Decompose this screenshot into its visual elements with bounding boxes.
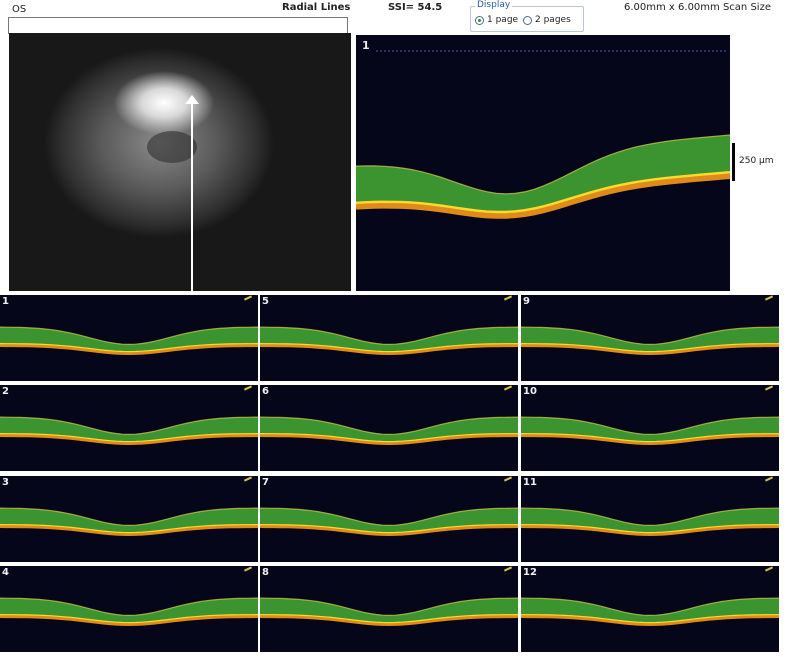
thumbnail-number: 7 [262,477,269,488]
thumbnail-layers [0,416,258,446]
retina-layer [521,327,779,353]
bscan-thumbnail-8[interactable]: 8 [260,566,518,652]
scale-label: 250 µm [739,156,774,166]
bscan-thumbnail-4[interactable]: 4 [0,566,258,652]
bscan-thumbnail-9[interactable]: 9 [521,295,779,381]
scan-size-label: 6.00mm x 6.00mm Scan Size [624,2,771,13]
display-1-page-label: 1 page [487,15,519,25]
retina-layer [0,598,258,624]
radio-unselected-icon [523,15,532,25]
thumbnail-layers [521,416,779,446]
thumbnail-number: 5 [262,296,269,307]
main-bscan-layers [356,50,730,219]
retina-layer [260,417,518,443]
thumbnail-number: 9 [523,296,530,307]
retina-layer [0,508,258,534]
main-bscan-number: 1 [362,39,370,52]
thumbnail-number: 8 [262,567,269,578]
bscan-thumbnail-11[interactable]: 11 [521,476,779,562]
retina-layer [521,598,779,624]
thumbnail-number: 6 [262,386,269,397]
bscan-thumbnail-5[interactable]: 5 [260,295,518,381]
retina-layer [521,417,779,443]
bscan-thumbnail-7[interactable]: 7 [260,476,518,562]
main-bscan-image: 1 [356,35,730,291]
thumbnail-layers [521,326,779,356]
retina-layer [521,508,779,534]
thumbnail-number: 3 [2,477,9,488]
scale-bar [732,143,735,181]
scan-line-marker[interactable] [191,103,193,318]
thumbnail-layers [0,326,258,356]
bscan-thumbnail-10[interactable]: 10 [521,385,779,471]
bscan-thumbnail-12[interactable]: 12 [521,566,779,652]
bscan-thumbnail-3[interactable]: 3 [0,476,258,562]
thumbnail-layers [260,597,518,627]
thumbnail-number: 10 [523,386,537,397]
display-legend: Display [475,0,513,10]
fundus-image [9,33,351,318]
thumbnail-number: 2 [2,386,9,397]
eye-label: OS [12,4,27,15]
display-2-pages-label: 2 pages [535,15,571,25]
ssi-label: SSI= 54.5 [388,2,443,13]
thumbnail-number: 1 [2,296,9,307]
display-option-group: Display 1 page 2 pages [470,0,584,32]
fundus-label-box [8,17,348,34]
thumbnail-layers [260,326,518,356]
thumbnail-layers [260,507,518,537]
retina-layer [260,327,518,353]
thumbnail-number: 12 [523,567,537,578]
display-1-page-radio[interactable]: 1 page [475,15,518,25]
bscan-thumbnail-1[interactable]: 1 [0,295,258,381]
thumbnail-number: 4 [2,567,9,578]
retina-layer [260,508,518,534]
retina-layer [0,417,258,443]
thumbnail-layers [521,597,779,627]
thumbnail-number: 11 [523,477,537,488]
radio-selected-icon [475,15,484,25]
thumbnail-layers [260,416,518,446]
display-2-pages-radio[interactable]: 2 pages [523,15,571,25]
thumbnail-layers [0,597,258,627]
retina-layer [260,598,518,624]
bscan-thumbnail-2[interactable]: 2 [0,385,258,471]
fundus-shadow [147,131,197,163]
scan-direction-arrow-icon [185,95,199,104]
bscan-thumbnail-grid: 1 2 3 4 5 6 7 8 9 10 11 12 [0,295,780,657]
bscan-thumbnail-6[interactable]: 6 [260,385,518,471]
scan-pattern-label: Radial Lines [282,2,351,13]
thumbnail-layers [521,507,779,537]
retina-layer [0,327,258,353]
thumbnail-layers [0,507,258,537]
